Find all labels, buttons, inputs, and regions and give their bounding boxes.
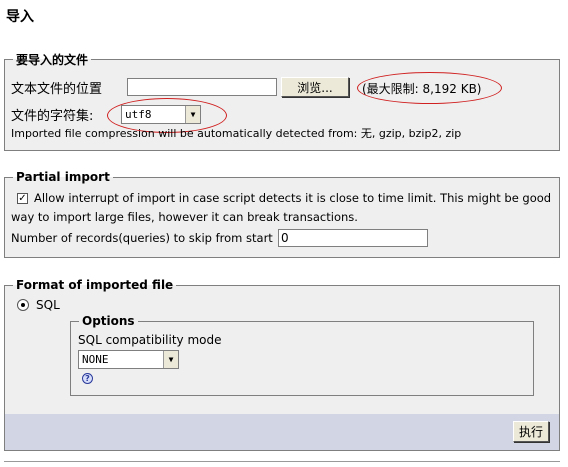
file-location-input[interactable] xyxy=(127,78,277,96)
format-legend: Format of imported file xyxy=(16,278,174,292)
browse-button[interactable]: 浏览... xyxy=(281,77,349,97)
file-to-import-legend: 要导入的文件 xyxy=(16,53,89,67)
sql-compat-value: NONE xyxy=(82,353,109,366)
chevron-down-icon[interactable]: ▼ xyxy=(163,351,178,368)
chevron-down-icon[interactable]: ▼ xyxy=(185,106,200,123)
page-title: 导入 xyxy=(6,9,34,25)
allow-interrupt-checkbox[interactable]: ✓ xyxy=(17,193,28,204)
divider xyxy=(4,461,560,462)
sql-format-label[interactable]: SQL xyxy=(36,298,60,312)
charset-select-value: utf8 xyxy=(125,108,152,121)
charset-label: 文件的字符集: xyxy=(11,109,94,124)
sql-format-radio[interactable] xyxy=(17,299,29,311)
partial-import-legend: Partial import xyxy=(16,170,110,184)
help-icon[interactable]: ? xyxy=(82,373,93,384)
footer-bar xyxy=(4,414,560,451)
options-legend: Options xyxy=(82,314,135,328)
compression-note: Imported file compression will be automa… xyxy=(11,127,462,140)
sql-compat-select[interactable]: NONE ▼ xyxy=(78,350,179,369)
sql-compat-label: SQL compatibility mode xyxy=(78,333,222,347)
skip-queries-input[interactable] xyxy=(278,229,428,247)
charset-select[interactable]: utf8 ▼ xyxy=(121,105,201,124)
allow-interrupt-text-line2: way to import large files, however it ca… xyxy=(11,210,358,224)
max-upload-size: (最大限制: 8,192 KB) xyxy=(362,82,482,96)
skip-queries-label: Number of records(queries) to skip from … xyxy=(11,231,273,245)
radio-selected-dot xyxy=(21,303,25,307)
allow-interrupt-text-line1: Allow interrupt of import in case script… xyxy=(34,191,552,205)
go-button[interactable]: 执行 xyxy=(513,421,549,442)
file-location-label: 文本文件的位置 xyxy=(11,82,103,97)
